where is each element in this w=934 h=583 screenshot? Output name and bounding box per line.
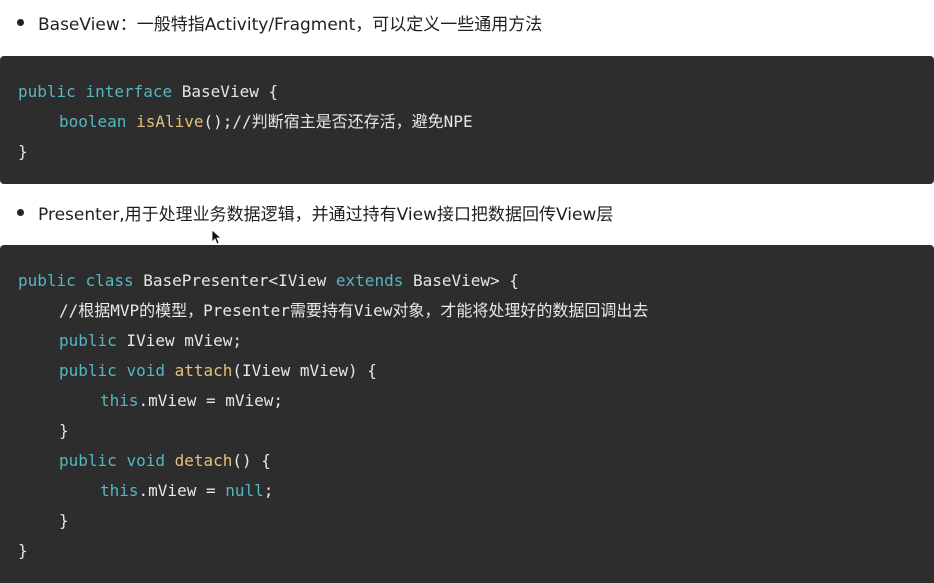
- code-text: .mView = mView;: [138, 391, 284, 410]
- code-text: IView mView;: [116, 331, 243, 350]
- code-keyword: public: [59, 361, 117, 380]
- code-keyword: null: [225, 481, 264, 500]
- code-line: }: [0, 506, 934, 536]
- bullet-item-baseview: BaseView：一般特指Activity/Fragment，可以定义一些通用方…: [0, 2, 934, 42]
- code-text: ();//判断宿主是否还存活，避免NPE: [203, 112, 473, 131]
- code-line: public class BasePresenter<IView extends…: [0, 266, 934, 296]
- code-text: ;: [263, 481, 274, 500]
- code-line: public void detach() {: [0, 446, 934, 476]
- bullet-dot: [17, 208, 24, 216]
- code-keyword: this: [100, 391, 139, 410]
- code-text: BaseView {: [172, 82, 279, 101]
- code-keyword: public: [18, 271, 76, 290]
- bullet-item-presenter: Presenter,用于处理业务数据逻辑，并通过持有View接口把数据回传Vie…: [0, 192, 934, 232]
- code-line: public void attach(IView mView) {: [0, 356, 934, 386]
- code-keyword: interface: [85, 82, 173, 101]
- code-text: () {: [232, 451, 271, 470]
- code-keyword: public: [59, 451, 117, 470]
- code-text: }: [59, 421, 69, 440]
- code-line: this.mView = null;: [0, 476, 934, 506]
- code-text: BasePresenter<IView: [133, 271, 336, 290]
- mouse-pointer-icon: [211, 229, 221, 245]
- code-keyword: void: [126, 361, 165, 380]
- code-line: //根据MVP的模型，Presenter需要持有View对象，才能将处理好的数据…: [0, 296, 934, 326]
- code-line: }: [0, 137, 934, 167]
- bullet-text: BaseView：一般特指Activity/Fragment，可以定义一些通用方…: [38, 14, 543, 35]
- code-comment: //根据MVP的模型，Presenter需要持有View对象，才能将处理好的数据…: [59, 301, 649, 320]
- code-keyword: public: [59, 331, 117, 350]
- code-text: .mView =: [138, 481, 226, 500]
- bullet-text: Presenter,用于处理业务数据逻辑，并通过持有View接口把数据回传Vie…: [38, 204, 614, 225]
- code-keyword: public: [18, 82, 76, 101]
- code-line: }: [0, 416, 934, 446]
- code-keyword: extends: [335, 271, 404, 290]
- code-text: }: [18, 541, 28, 560]
- code-keyword: class: [85, 271, 134, 290]
- code-block-basepresenter: public class BasePresenter<IView extends…: [0, 245, 934, 583]
- code-text: (IView mView) {: [232, 361, 377, 380]
- code-function: attach: [174, 361, 233, 380]
- code-block-baseview: public interface BaseView { boolean isAl…: [0, 56, 934, 184]
- code-function: detach: [174, 451, 233, 470]
- code-text: BaseView> {: [403, 271, 519, 290]
- bullet-dot: [17, 18, 24, 26]
- code-keyword: boolean: [59, 112, 127, 131]
- code-line: boolean isAlive();//判断宿主是否还存活，避免NPE: [0, 107, 934, 137]
- code-keyword: void: [126, 451, 165, 470]
- code-text: }: [18, 142, 28, 161]
- code-line: public IView mView;: [0, 326, 934, 356]
- code-line: this.mView = mView;: [0, 386, 934, 416]
- code-text: }: [59, 511, 69, 530]
- code-line: }: [0, 536, 934, 566]
- code-keyword: this: [100, 481, 139, 500]
- code-function: isAlive: [136, 112, 204, 131]
- code-line: public interface BaseView {: [0, 77, 934, 107]
